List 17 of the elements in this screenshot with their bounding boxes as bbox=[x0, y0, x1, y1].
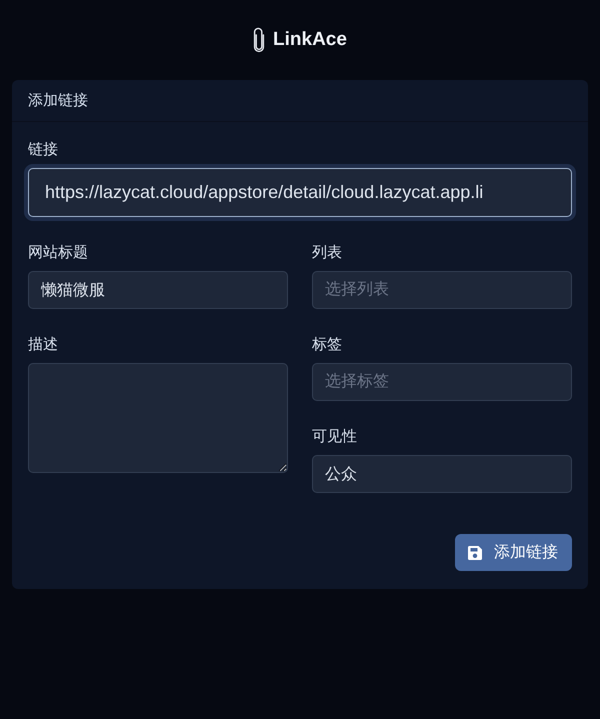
card-title: 添加链接 bbox=[28, 90, 88, 110]
logo-text: LinkAce bbox=[273, 28, 347, 52]
description-field[interactable] bbox=[28, 363, 288, 473]
list-select[interactable]: 选择列表 bbox=[312, 271, 572, 309]
title-field[interactable]: 懒猫微服 bbox=[28, 271, 288, 309]
field-label: 网站标题 bbox=[28, 243, 88, 263]
field-label: 列表 bbox=[312, 243, 342, 263]
field-label: 可见性 bbox=[312, 427, 357, 447]
field-label: 链接 bbox=[28, 140, 58, 160]
add-link-button[interactable]: 添加链接 bbox=[455, 534, 572, 571]
tags-select[interactable]: 选择标签 bbox=[312, 363, 572, 401]
visibility-select[interactable]: 公众 bbox=[312, 455, 572, 493]
paperclip-icon bbox=[253, 27, 266, 53]
save-icon bbox=[468, 546, 482, 560]
url-field[interactable]: https://lazycat.cloud/appstore/detail/cloud.lazycat.app.li bbox=[28, 168, 572, 217]
field-label: 标签 bbox=[312, 335, 342, 355]
field-label: 描述 bbox=[28, 335, 58, 355]
